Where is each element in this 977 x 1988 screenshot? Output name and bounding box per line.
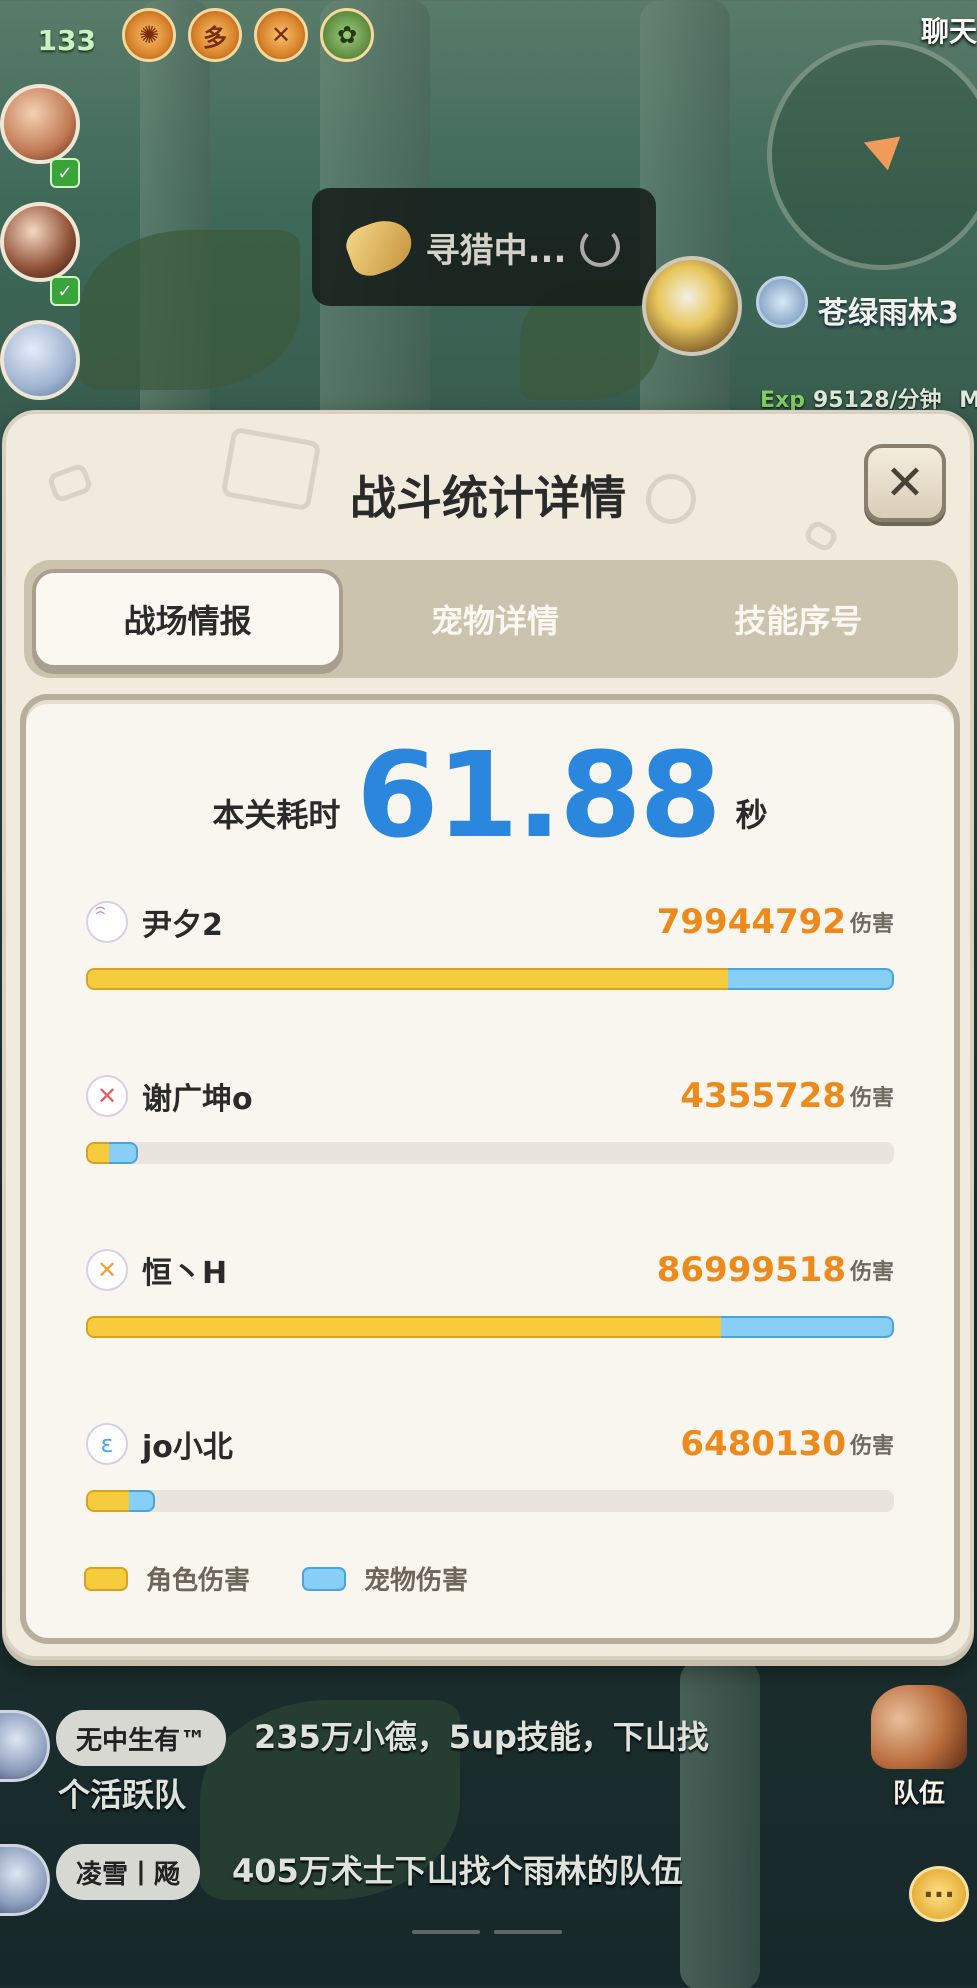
team-figures-icon bbox=[871, 1685, 967, 1769]
buff-bar: ✺ 多 ✕ ✿ bbox=[122, 8, 374, 62]
pet-damage-segment bbox=[721, 1316, 894, 1338]
tab-bar: 战场情报 宠物详情 技能序号 bbox=[24, 560, 958, 678]
battle-info-panel: 本关耗时 61.88 秒 ꩰ 尹夕2 79944792 伤害 ✕ 谢广坤o 43… bbox=[20, 694, 960, 1644]
player-row: ꩰ 尹夕2 79944792 伤害 bbox=[86, 900, 894, 1000]
character-damage-segment bbox=[86, 968, 729, 990]
wave-class-icon: ɛ bbox=[86, 1423, 128, 1465]
damage-unit: 伤害 bbox=[849, 912, 894, 937]
minimap[interactable] bbox=[757, 10, 977, 280]
close-button[interactable]: ✕ bbox=[864, 444, 946, 522]
character-damage-segment bbox=[86, 1316, 722, 1338]
player-header: ✕ 恒丶H 86999518 伤害 bbox=[86, 1248, 894, 1292]
sender-tag: 无中生有™ bbox=[56, 1710, 227, 1766]
damage-bar bbox=[86, 1490, 894, 1512]
hunting-status: 寻猎中... bbox=[312, 188, 656, 306]
zone-boss-avatar[interactable] bbox=[642, 256, 742, 356]
player-row: ✕ 恒丶H 86999518 伤害 bbox=[86, 1248, 894, 1348]
damage-value: 86999518 bbox=[656, 1250, 846, 1290]
damage-bar bbox=[86, 968, 894, 990]
player-level-badge: 133 bbox=[0, 12, 100, 68]
damage-value: 4355728 bbox=[680, 1076, 846, 1116]
damage-unit: 伤害 bbox=[849, 1434, 894, 1459]
loading-spinner-icon bbox=[580, 227, 621, 267]
blade-class-icon: ✕ bbox=[86, 1249, 128, 1291]
team-button[interactable]: 队伍 bbox=[869, 1680, 969, 1810]
chat-message[interactable]: 凌雪丨飏 405万术士下山找个雨林的队伍 bbox=[0, 1844, 900, 1916]
horn-icon bbox=[341, 212, 419, 282]
buff-icon-2[interactable]: 多 bbox=[188, 8, 242, 62]
tab-pet-details[interactable]: 宠物详情 bbox=[343, 569, 646, 669]
avatar bbox=[0, 320, 80, 400]
team-member-list: ✓ ✓ bbox=[0, 84, 90, 438]
team-member-avatar-3[interactable] bbox=[0, 320, 84, 420]
player-header: ꩰ 尹夕2 79944792 伤害 bbox=[86, 900, 894, 944]
message-text-cont: 个活跃队 bbox=[58, 1776, 187, 1814]
pet-damage-segment bbox=[728, 968, 894, 990]
player-level: 133 bbox=[37, 23, 96, 57]
player-name: jo小北 bbox=[142, 1430, 233, 1465]
stage-time-value: 61.88 bbox=[356, 726, 721, 864]
player-row: ɛ jo小北 6480130 伤害 bbox=[86, 1422, 894, 1522]
character-damage-segment bbox=[86, 1142, 110, 1164]
player-name: 尹夕2 bbox=[142, 908, 223, 943]
team-button-label: 队伍 bbox=[892, 1779, 945, 1809]
swirl-class-icon: ꩰ bbox=[86, 901, 128, 943]
player-header: ɛ jo小北 6480130 伤害 bbox=[86, 1422, 894, 1466]
close-icon: ✕ bbox=[884, 455, 926, 511]
damage-legend: 角色伤害 宠物伤害 bbox=[84, 1560, 468, 1597]
legend-swatch-pet bbox=[302, 1566, 347, 1591]
legend-label-character: 角色伤害 bbox=[146, 1566, 251, 1596]
player-header: ✕ 谢广坤o 4355728 伤害 bbox=[86, 1074, 894, 1118]
stage-time-unit: 秒 bbox=[735, 796, 768, 834]
message-text: 405万术士下山找个雨林的队伍 bbox=[232, 1852, 683, 1890]
buff-icon-3[interactable]: ✕ bbox=[254, 8, 308, 62]
tab-label: 宠物详情 bbox=[430, 602, 559, 640]
tab-label: 技能序号 bbox=[734, 602, 863, 640]
team-member-avatar-2[interactable]: ✓ bbox=[0, 202, 84, 306]
buff-icon-4[interactable]: ✿ bbox=[320, 8, 374, 62]
stage-time-label: 本关耗时 bbox=[212, 796, 341, 834]
page-indicator bbox=[412, 1930, 562, 1934]
avatar bbox=[0, 1710, 50, 1782]
buff-icon-1[interactable]: ✺ bbox=[122, 8, 176, 62]
player-row: ✕ 谢广坤o 4355728 伤害 bbox=[86, 1074, 894, 1174]
tab-skill-order[interactable]: 技能序号 bbox=[647, 569, 950, 669]
sender-tag: 凌雪丨飏 bbox=[56, 1844, 201, 1900]
battle-stats-dialog: 战斗统计详情 ✕ 战场情报 宠物详情 技能序号 本关耗时 61.88 秒 ꩰ 尹… bbox=[2, 410, 974, 1660]
player-name: 恒丶H bbox=[142, 1256, 228, 1291]
exp-suffix: Ma bbox=[959, 388, 977, 413]
character-damage-segment bbox=[86, 1490, 129, 1512]
legend-swatch-character bbox=[84, 1566, 128, 1591]
damage-value: 79944792 bbox=[656, 902, 846, 942]
chat-message[interactable]: 无中生有™ 235万小德，5up技能，下山找 个活跃队 bbox=[0, 1710, 900, 1840]
message-text: 235万小德，5up技能，下山找 bbox=[254, 1718, 709, 1756]
checkmark-icon: ✓ bbox=[50, 158, 80, 188]
damage-bar bbox=[86, 1142, 894, 1164]
damage-bar bbox=[86, 1316, 894, 1338]
zone-crystal-icon bbox=[756, 276, 808, 328]
pet-damage-segment bbox=[128, 1490, 155, 1512]
zone-name: 苍绿雨林3 bbox=[818, 296, 959, 331]
tab-battle-info[interactable]: 战场情报 bbox=[32, 569, 344, 669]
avatar bbox=[0, 202, 80, 282]
hunting-label: 寻猎中... bbox=[425, 230, 567, 271]
checkmark-icon: ✓ bbox=[50, 276, 80, 306]
avatar bbox=[0, 1844, 50, 1916]
team-member-avatar-1[interactable]: ✓ bbox=[0, 84, 84, 188]
damage-unit: 伤害 bbox=[849, 1086, 894, 1111]
damage-unit: 伤害 bbox=[849, 1260, 894, 1285]
demon-class-icon: ✕ bbox=[86, 1075, 128, 1117]
pet-damage-segment bbox=[109, 1142, 138, 1164]
stage-time: 本关耗时 61.88 秒 bbox=[26, 736, 954, 854]
legend-label-pet: 宠物伤害 bbox=[364, 1566, 469, 1596]
player-name: 谢广坤o bbox=[142, 1082, 253, 1117]
chat-bubble-icon[interactable]: ··· bbox=[909, 1866, 969, 1922]
tab-label: 战场情报 bbox=[123, 602, 252, 640]
avatar bbox=[0, 84, 80, 164]
damage-value: 6480130 bbox=[680, 1424, 846, 1464]
dialog-title: 战斗统计详情 bbox=[350, 471, 626, 525]
